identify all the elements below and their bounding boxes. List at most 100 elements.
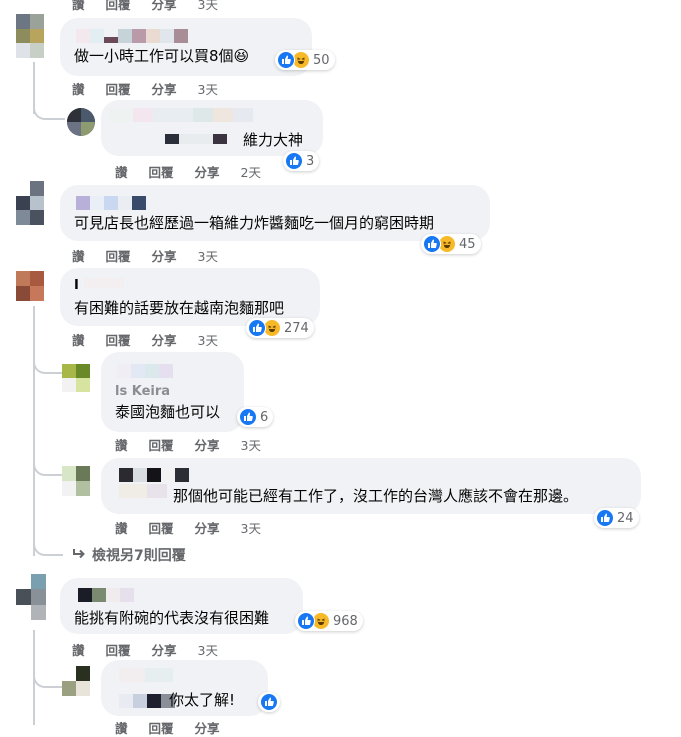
share-link[interactable]: 分享 — [152, 246, 177, 265]
reply-link[interactable]: 回覆 — [106, 246, 131, 265]
like-link[interactable]: 讚 — [115, 518, 128, 537]
reply-link[interactable]: 回覆 — [149, 162, 174, 181]
share-link[interactable]: 分享 — [152, 640, 177, 659]
comment-actions: 讚 回覆 分享 3天 — [72, 640, 235, 659]
reply-link[interactable]: 回覆 — [106, 0, 131, 13]
redacted-name — [84, 278, 124, 288]
comment-text: 做一小時工作可以買8個😆 — [74, 47, 250, 65]
share-link[interactable]: 分享 — [195, 518, 220, 537]
avatar[interactable] — [62, 364, 90, 392]
reply-link[interactable]: 回覆 — [149, 435, 174, 454]
reply-arrow-icon — [72, 548, 86, 564]
comment-bubble: 能挑有附碗的代表沒有很困難 — [60, 578, 303, 634]
reaction-summary[interactable]: 6 — [237, 407, 274, 427]
reply-link[interactable]: 回覆 — [149, 518, 174, 537]
like-reaction-icon — [239, 408, 257, 426]
reply-link[interactable]: 回覆 — [106, 640, 131, 659]
comment-actions: 讚 回覆 分享 3天 — [72, 246, 235, 265]
comment-bubble: 那個他可能已經有工作了，沒工作的台灣人應該不會在那邊。 — [101, 458, 641, 514]
like-link[interactable]: 讚 — [72, 330, 85, 349]
comment-bubble: 你太了解! — [101, 660, 268, 716]
reply-link[interactable]: 回覆 — [106, 330, 131, 349]
reaction-summary[interactable]: 45 — [421, 234, 481, 254]
like-link[interactable]: 讚 — [115, 718, 128, 737]
redacted-name — [119, 694, 175, 708]
comment-text: 維力大神 — [243, 131, 304, 149]
reaction-summary[interactable]: 274 — [246, 318, 314, 338]
avatar[interactable] — [16, 271, 44, 301]
comment-text: 泰國泡麵也可以 — [115, 403, 221, 421]
comment-time[interactable]: 3天 — [241, 518, 261, 537]
comment-text: 可見店長也經歷過一箱維力炸醬麵吃一個月的窮困時期 — [74, 214, 435, 232]
comment-time[interactable]: 2天 — [241, 162, 261, 181]
comment-actions: 讚 回覆 分享 3天 — [115, 518, 278, 537]
reaction-count: 24 — [617, 510, 634, 526]
share-link[interactable]: 分享 — [195, 718, 220, 737]
comment-time[interactable]: 3天 — [198, 246, 218, 265]
reaction-summary[interactable]: 968 — [295, 611, 363, 631]
like-link[interactable]: 讚 — [115, 435, 128, 454]
comment-text: 你太了解! — [169, 691, 236, 709]
comment-actions: 讚 回覆 分享 3天 — [72, 330, 235, 349]
reaction-summary[interactable]: 50 — [275, 50, 335, 70]
thread-connector — [33, 100, 65, 120]
reaction-count: 50 — [313, 52, 330, 68]
redacted-name — [76, 196, 146, 210]
reaction-count: 274 — [284, 320, 309, 336]
share-link[interactable]: 分享 — [152, 0, 177, 13]
comment-time[interactable]: 3天 — [198, 0, 218, 13]
like-reaction-icon — [248, 319, 266, 337]
commenter-name[interactable]: I — [74, 276, 79, 296]
redacted-name — [119, 468, 189, 482]
like-reaction-icon — [277, 51, 295, 69]
like-reaction-icon — [260, 693, 278, 711]
thread-connector — [33, 452, 63, 476]
like-link[interactable]: 讚 — [72, 640, 85, 659]
redacted-name — [165, 134, 227, 144]
comment-actions: 讚 回覆 分享 3天 — [72, 0, 235, 13]
reply-link[interactable]: 回覆 — [106, 79, 131, 98]
comment-text: 有困難的話要放在越南泡麵那吧 — [74, 299, 285, 317]
avatar[interactable] — [67, 108, 95, 136]
like-link[interactable]: 讚 — [72, 0, 85, 13]
redacted-name — [119, 668, 173, 682]
avatar[interactable] — [62, 666, 90, 696]
comment-bubble: ls Keira 泰國泡麵也可以 — [101, 352, 244, 432]
thread-connector — [33, 350, 63, 374]
reply-link[interactable]: 回覆 — [149, 718, 174, 737]
avatar[interactable] — [16, 181, 44, 225]
comment-text: 能挑有附碗的代表沒有很困難 — [74, 609, 270, 627]
comment-bubble: 維力大神 — [101, 100, 323, 156]
comment-time[interactable]: 3天 — [198, 330, 218, 349]
thread-line — [33, 306, 35, 556]
reaction-count: 3 — [306, 153, 315, 169]
reaction-summary[interactable]: 24 — [594, 508, 639, 528]
avatar[interactable] — [16, 574, 46, 620]
like-link[interactable]: 讚 — [115, 162, 128, 181]
like-reaction-icon — [285, 152, 303, 170]
avatar[interactable] — [16, 14, 44, 58]
comment-time[interactable]: 3天 — [198, 79, 218, 98]
comment-bubble: 可見店長也經歷過一箱維力炸醬麵吃一個月的窮困時期 — [60, 185, 490, 241]
reaction-summary[interactable]: 3 — [283, 151, 320, 171]
comment-actions: 讚 回覆 分享 3天 — [115, 435, 278, 454]
comment-actions: 讚 回覆 分享 3天 — [72, 79, 235, 98]
like-link[interactable]: 讚 — [72, 246, 85, 265]
like-reaction-icon — [423, 235, 441, 253]
reaction-count: 45 — [459, 236, 476, 252]
redacted-name — [78, 588, 134, 602]
thread-connector — [33, 534, 63, 556]
share-link[interactable]: 分享 — [195, 162, 220, 181]
share-link[interactable]: 分享 — [195, 435, 220, 454]
reaction-summary[interactable] — [258, 692, 280, 712]
view-more-replies[interactable]: 檢視另7則回覆 — [72, 545, 186, 565]
commenter-name[interactable]: ls Keira — [115, 382, 170, 402]
share-link[interactable]: 分享 — [152, 79, 177, 98]
comment-time[interactable]: 3天 — [198, 640, 218, 659]
avatar[interactable] — [62, 466, 90, 496]
share-link[interactable]: 分享 — [152, 330, 177, 349]
redacted-name — [109, 108, 253, 122]
comment-time[interactable]: 3天 — [241, 435, 261, 454]
like-link[interactable]: 讚 — [72, 79, 85, 98]
like-reaction-icon — [596, 509, 614, 527]
